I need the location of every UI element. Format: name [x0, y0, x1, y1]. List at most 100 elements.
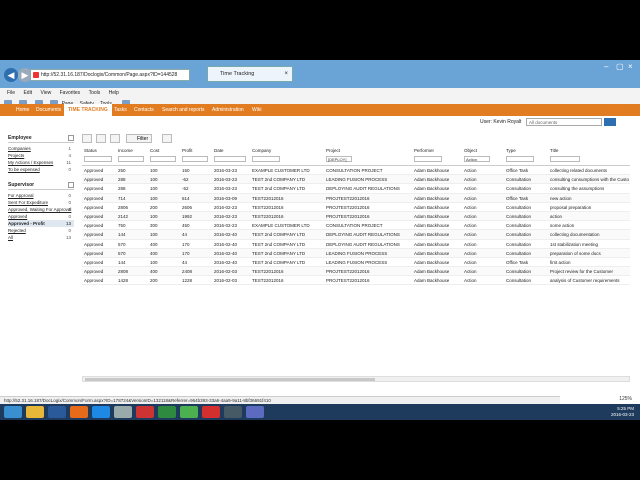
sidebar-item-rejected[interactable]: Rejected 0: [8, 227, 74, 234]
system-tray[interactable]: 5:25 PM 2016-03-23: [611, 406, 634, 418]
menu-view[interactable]: View: [40, 90, 51, 96]
taskbar-app-icon[interactable]: [246, 406, 264, 418]
column-header[interactable]: Type: [506, 148, 516, 153]
grid-action-icon[interactable]: [82, 134, 92, 143]
table-cell: 1228: [182, 278, 193, 284]
table-row[interactable]: Approved 570 400 170 2016-02-40 TEST 2nd COMP…: [82, 248, 630, 258]
table-row[interactable]: Approved 750 300 450 2016-02-23 EXAMPLE CUSTO…: [82, 221, 630, 231]
nav-administration[interactable]: Administration: [208, 104, 248, 116]
table-cell: 288: [118, 177, 126, 183]
table-cell: 2016-02-40: [214, 232, 238, 238]
table-row[interactable]: Approved 288 100 -62 2016-03-23 TEST 2nd COMP…: [82, 175, 630, 185]
project-filter-input[interactable]: [DEPLOY]: [326, 156, 352, 162]
ie-icon[interactable]: [92, 406, 110, 418]
collapse-icon[interactable]: [68, 135, 74, 141]
column-header[interactable]: Performer: [414, 148, 434, 153]
column-header[interactable]: Object: [464, 148, 477, 153]
firefox-icon[interactable]: [70, 406, 88, 418]
taskbar-app-icon[interactable]: [224, 406, 242, 418]
table-cell: 2016-03-23: [214, 168, 238, 173]
file-explorer-icon[interactable]: [26, 406, 44, 418]
grid-action-icon[interactable]: [96, 134, 106, 143]
nav-contacts[interactable]: Contacts: [130, 104, 158, 116]
zoom-level[interactable]: 125%: [619, 396, 632, 402]
scrollbar-thumb[interactable]: [85, 378, 375, 381]
title-filter-input[interactable]: [550, 156, 580, 162]
profit-filter-input[interactable]: [182, 156, 208, 162]
close-window-icon[interactable]: ×: [628, 62, 633, 71]
sidebar-item-approved[interactable]: Approved 0: [8, 213, 74, 220]
column-header[interactable]: Date: [214, 148, 224, 153]
column-header[interactable]: Project: [326, 148, 340, 153]
start-icon[interactable]: [4, 406, 22, 418]
column-header[interactable]: Status: [84, 148, 97, 153]
table-row[interactable]: Approved 1428 200 1228 2016-02-03 TEST2201201…: [82, 276, 630, 286]
menu-favorites[interactable]: Favorites: [60, 90, 81, 96]
filter-button[interactable]: Filter: [126, 134, 152, 143]
mail-app-icon[interactable]: [202, 406, 220, 418]
address-bar[interactable]: http://52.31.16.187/Doclogix/Common/Page…: [30, 69, 190, 81]
sidebar-item-approved-waiting[interactable]: Approved, Waiting For Approval 0: [8, 206, 74, 213]
sidebar-item-approved-profit[interactable]: Approved - Profit 13: [8, 220, 74, 227]
table-row[interactable]: Approved 2806 200 2606 2016-02-23 TEST2201201…: [82, 203, 630, 212]
horizontal-scrollbar[interactable]: [82, 376, 630, 382]
date-filter-input[interactable]: [214, 156, 246, 162]
nav-documents[interactable]: Documents: [32, 104, 65, 116]
column-header[interactable]: Profit: [182, 148, 193, 153]
column-header[interactable]: Company: [252, 148, 271, 153]
menu-file[interactable]: File: [7, 90, 15, 96]
close-tab-icon[interactable]: ×: [284, 67, 288, 81]
taskbar-app-icon[interactable]: [136, 406, 154, 418]
search-input[interactable]: All documents: [526, 118, 602, 126]
cost-filter-input[interactable]: [150, 156, 176, 162]
table-cell: Action: [464, 213, 477, 219]
browser-tab[interactable]: Time Tracking ×: [207, 66, 293, 82]
sidebar-item-all[interactable]: All 13: [8, 234, 74, 241]
column-header[interactable]: Title: [550, 148, 558, 153]
chrome-icon[interactable]: [180, 406, 198, 418]
nav-home[interactable]: Home: [12, 104, 33, 116]
sidebar-item-my-actions[interactable]: My Actions / Expenses 11: [8, 159, 74, 166]
menu-help[interactable]: Help: [109, 90, 119, 96]
search-icon[interactable]: [604, 118, 616, 126]
table-row[interactable]: Approved 714 100 614 2016-03-09 TEST22012016 P…: [82, 193, 630, 203]
minimize-icon[interactable]: –: [604, 62, 608, 71]
nav-time-tracking[interactable]: TIME TRACKING: [64, 104, 112, 116]
excel-icon[interactable]: [158, 406, 176, 418]
nav-search-reports[interactable]: Search and reports: [158, 104, 209, 116]
nav-wiki[interactable]: Wiki: [248, 104, 265, 116]
column-header[interactable]: Income: [118, 148, 133, 153]
table-row[interactable]: Approved 250 100 150 2016-03-23 EXAMPLE CUSTO…: [82, 166, 630, 176]
table-cell: Approved: [84, 241, 104, 247]
taskbar-app-icon[interactable]: [114, 406, 132, 418]
nav-tasks[interactable]: Tasks: [110, 104, 131, 116]
collapse-icon[interactable]: [68, 182, 74, 188]
income-filter-input[interactable]: [118, 156, 144, 162]
status-filter-input[interactable]: [84, 156, 112, 162]
table-row[interactable]: Approved 288 100 -52 2016-03-23 TEST 2nd COMP…: [82, 184, 630, 194]
table-row[interactable]: Approved 144 100 44 2016-02-40 TEST 2nd COMPA…: [82, 258, 630, 268]
sidebar-item-to-be-expensed[interactable]: To be expensed 0: [8, 166, 74, 173]
company-filter-input[interactable]: [252, 156, 280, 162]
sidebar-item-projects[interactable]: Projects 4: [8, 152, 74, 159]
table-row[interactable]: Approved 2808 400 2408 2016-02-03 TEST2201201…: [82, 267, 630, 277]
table-row[interactable]: Approved 144 100 44 2016-02-40 TEST 2nd COMPA…: [82, 230, 630, 240]
grid-action-icon[interactable]: [110, 134, 120, 143]
table-row[interactable]: Approved 2142 100 1992 2016-02-23 TEST2201201…: [82, 211, 630, 222]
back-button[interactable]: ◀: [4, 68, 18, 82]
taskbar-app-icon[interactable]: [48, 406, 66, 418]
performer-filter-input[interactable]: [414, 156, 442, 162]
type-filter-input[interactable]: [506, 156, 534, 162]
table-row[interactable]: Approved 570 400 170 2016-02-40 TEST 2nd COMP…: [82, 240, 630, 249]
menu-tools[interactable]: Tools: [89, 90, 101, 96]
table-cell: Consultation: [506, 269, 532, 275]
object-filter-input[interactable]: Action: [464, 156, 490, 162]
sidebar-item-companies[interactable]: Companies 1: [8, 145, 74, 152]
sidebar-item-sent-for-expediture[interactable]: Sent For Expediture 0: [8, 199, 74, 206]
table-cell: 2016-02-03: [214, 278, 238, 284]
sidebar-item-for-approval[interactable]: For Approval 0: [8, 192, 74, 199]
column-header[interactable]: Cost: [150, 148, 159, 153]
grid-settings-icon[interactable]: [162, 134, 172, 143]
menu-edit[interactable]: Edit: [23, 90, 32, 96]
maximize-icon[interactable]: ▢: [616, 62, 624, 71]
